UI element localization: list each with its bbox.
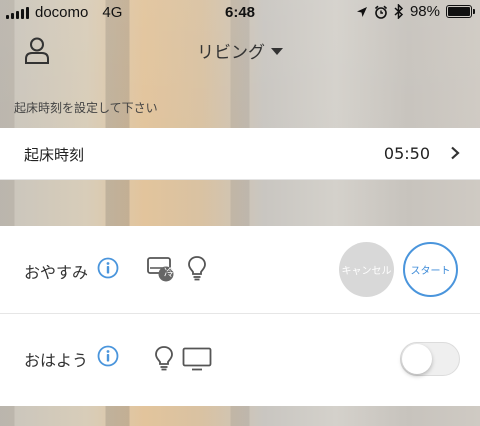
battery-icon [446, 5, 475, 18]
battery-fill [448, 7, 470, 16]
tv-icon [182, 347, 212, 371]
wake-time-row[interactable]: 起床時刻 05:50 [0, 128, 480, 180]
battery-percent: 98% [409, 3, 440, 20]
chevron-right-icon [451, 146, 460, 160]
alarm-icon [374, 5, 388, 19]
scene-label-morning: おはよう [24, 351, 89, 370]
dropdown-caret-icon [271, 48, 283, 55]
scene-row-morning: おはよう [0, 314, 480, 402]
wake-time-hint: 起床時刻を設定して下さい [14, 101, 158, 115]
aircon-mode-badge: 冷 [164, 268, 174, 279]
toggle-knob [402, 344, 432, 374]
bluetooth-icon [394, 4, 404, 19]
room-name: リビング [197, 43, 265, 63]
start-button[interactable]: スタート [403, 242, 458, 297]
room-selector[interactable]: リビング [0, 38, 480, 63]
app-header: リビング [0, 26, 480, 76]
scene-label-night: おやすみ [24, 263, 89, 282]
scenes-panel: おやすみ 冷 キャンセル スタート おはよう [0, 226, 480, 406]
info-icon[interactable] [97, 345, 119, 367]
scene-row-night: おやすみ 冷 キャンセル スタート [0, 226, 480, 314]
wake-time-value: 05:50 [383, 144, 430, 163]
location-icon [356, 6, 367, 17]
status-bar: docomo 4G 6:48 98% [0, 0, 480, 26]
cancel-button[interactable]: キャンセル [339, 242, 394, 297]
status-right: 98% [356, 3, 475, 20]
wake-time-label: 起床時刻 [24, 146, 85, 164]
morning-toggle[interactable] [400, 342, 460, 376]
bulb-icon [155, 346, 173, 371]
bulb-icon [188, 256, 206, 281]
info-icon[interactable] [97, 257, 119, 279]
